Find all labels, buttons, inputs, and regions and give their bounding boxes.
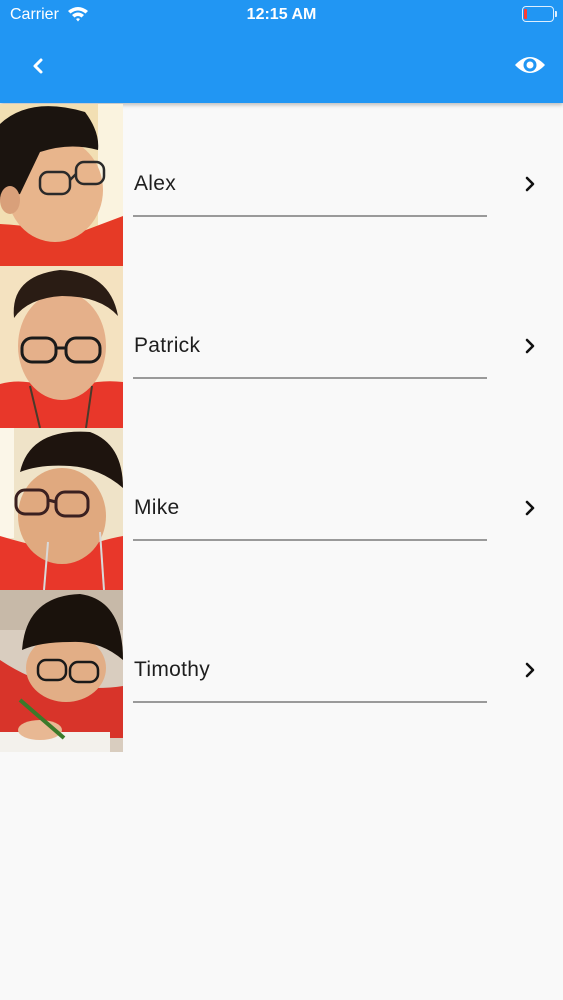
battery-icon <box>522 6 554 22</box>
avatar <box>0 266 123 428</box>
battery-nub <box>555 11 557 17</box>
divider <box>133 377 487 379</box>
eye-icon <box>515 57 545 73</box>
avatar <box>0 104 123 266</box>
divider <box>133 701 487 703</box>
list-item[interactable]: Patrick <box>0 266 563 428</box>
person-name: Patrick <box>134 334 201 357</box>
people-list: Alex Patrick Mike Timothy <box>0 104 563 752</box>
divider <box>133 539 487 541</box>
divider <box>133 215 487 217</box>
app-bar: Carrier 12:15 AM <box>0 0 563 103</box>
list-item[interactable]: Timothy <box>0 590 563 752</box>
list-item[interactable]: Alex <box>0 104 563 266</box>
chevron-right-icon <box>525 176 535 192</box>
chevron-right-icon <box>525 500 535 516</box>
person-name: Alex <box>134 172 177 195</box>
status-bar: Carrier 12:15 AM <box>0 0 563 30</box>
list-item[interactable]: Mike <box>0 428 563 590</box>
chevron-right-icon <box>525 338 535 354</box>
status-time: 12:15 AM <box>246 6 317 23</box>
back-button[interactable] <box>20 48 56 84</box>
avatar <box>0 428 123 590</box>
person-name: Mike <box>134 496 180 519</box>
person-name: Timothy <box>134 658 210 681</box>
avatar <box>0 590 123 752</box>
chevron-left-icon <box>33 58 43 74</box>
chevron-right-icon <box>525 662 535 678</box>
visibility-button[interactable] <box>510 48 550 84</box>
